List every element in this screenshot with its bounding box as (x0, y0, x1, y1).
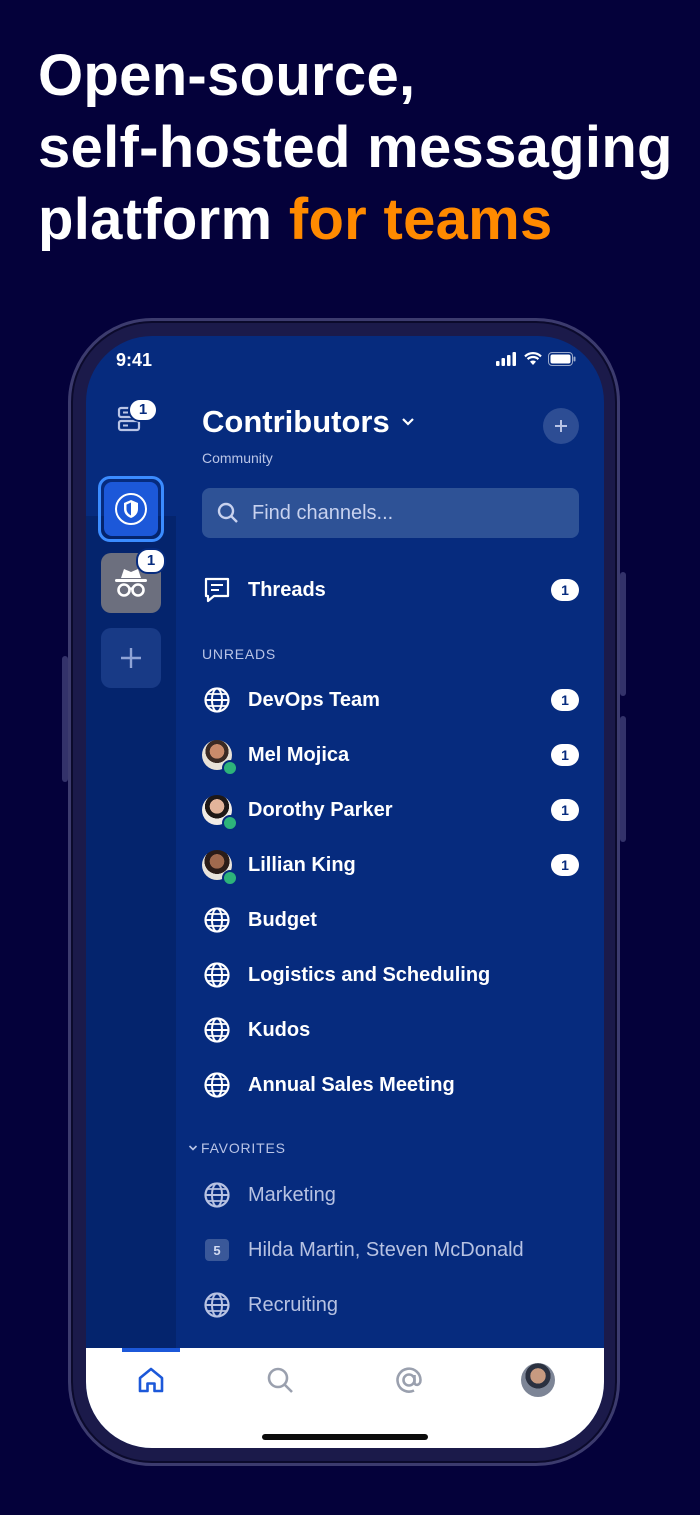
home-indicator (262, 1434, 428, 1440)
globe-icon (202, 1180, 232, 1210)
team-incognito-badge: 1 (136, 548, 166, 574)
team-name: Contributors (202, 404, 390, 439)
channel-label: Annual Sales Meeting (248, 1073, 455, 1096)
search-icon (217, 502, 238, 523)
add-channel-button[interactable] (543, 408, 579, 444)
group-count-icon: 5 (202, 1235, 232, 1265)
phone-side-button-top (620, 572, 626, 696)
dm-avatar-wrap (202, 795, 238, 831)
tab-home[interactable] (133, 1362, 169, 1398)
find-channels-placeholder: Find channels... (252, 501, 394, 524)
dm-item-lillian-king[interactable]: Lillian King 1 (202, 845, 579, 886)
dm-label: Dorothy Parker (248, 798, 393, 821)
team-name-dropdown[interactable]: Contributors (202, 404, 416, 440)
plus-icon (121, 648, 141, 668)
favorites-heading: FAVORITES (201, 1140, 286, 1156)
bottom-tab-bar (86, 1348, 604, 1448)
channel-item-budget[interactable]: Budget (202, 900, 579, 940)
unread-count: 1 (551, 854, 579, 876)
channel-label: Kudos (248, 1018, 311, 1041)
channel-item-annual-sales-meeting[interactable]: Annual Sales Meeting (202, 1065, 579, 1105)
online-status-icon (222, 815, 238, 831)
threads-count: 1 (551, 579, 579, 601)
dm-avatar-wrap (202, 740, 238, 776)
channel-label: Marketing (248, 1183, 336, 1206)
headline-line-2: self-hosted messaging (38, 115, 673, 180)
avatar (202, 795, 238, 831)
chevron-down-icon (401, 418, 414, 426)
avatar (202, 850, 238, 886)
group-message-item[interactable]: 5 Hilda Martin, Steven McDonald (202, 1230, 579, 1270)
unread-count: 1 (551, 744, 579, 766)
channel-label: Logistics and Scheduling (248, 963, 491, 986)
wifi-icon (524, 352, 542, 365)
profile-avatar (521, 1363, 555, 1397)
online-status-icon (222, 870, 238, 886)
channel-item-logistics[interactable]: Logistics and Scheduling (202, 955, 579, 995)
globe-icon (202, 905, 232, 935)
dm-item-dorothy-parker[interactable]: Dorothy Parker 1 (202, 790, 579, 831)
home-icon (138, 1367, 164, 1393)
signal-icon (496, 352, 516, 366)
headline: Open-source, self-hosted messaging platf… (38, 40, 688, 256)
channel-label: Recruiting (248, 1293, 339, 1316)
channel-item-kudos[interactable]: Kudos (202, 1010, 579, 1050)
globe-icon (202, 1015, 232, 1045)
chevron-down-icon (188, 1145, 198, 1151)
unreads-heading: UNREADS (202, 646, 277, 662)
headline-line-3-plain: platform (38, 187, 289, 252)
add-team-button[interactable] (101, 628, 161, 688)
server-badge: 1 (128, 398, 158, 422)
channel-label: Budget (248, 908, 317, 931)
dm-item-mel-mojica[interactable]: Mel Mojica 1 (202, 735, 579, 776)
favorites-heading-toggle[interactable]: FAVORITES (188, 1140, 286, 1156)
status-icons (496, 352, 576, 366)
avatar (202, 740, 238, 776)
headline-accent: for teams (288, 187, 553, 252)
globe-icon (202, 960, 232, 990)
status-time: 9:41 (116, 350, 153, 370)
unread-count: 1 (551, 799, 579, 821)
battery-icon (548, 352, 576, 366)
mention-icon (396, 1367, 422, 1393)
phone-screen: 9:41 1 1 Contributors Community Find cha… (86, 336, 604, 1448)
threads-item[interactable]: Threads 1 (202, 570, 579, 610)
group-member-count: 5 (205, 1239, 229, 1261)
online-status-icon (222, 760, 238, 776)
phone-volume-button (62, 656, 68, 782)
search-icon (267, 1367, 293, 1393)
tab-mentions[interactable] (391, 1362, 427, 1398)
threads-label: Threads (248, 578, 326, 601)
globe-icon (202, 1290, 232, 1320)
dm-label: Mel Mojica (248, 743, 350, 766)
active-tab-indicator (122, 1348, 180, 1352)
team-contributors-tile (104, 482, 158, 536)
channel-item-recruiting[interactable]: Recruiting (202, 1285, 579, 1325)
headline-line-1: Open-source, (38, 43, 416, 108)
team-contributors-button[interactable] (98, 476, 164, 542)
globe-icon (202, 1070, 232, 1100)
shield-icon (115, 493, 147, 525)
plus-icon (555, 420, 567, 432)
channel-item-marketing[interactable]: Marketing (202, 1175, 579, 1215)
threads-icon (202, 575, 232, 605)
dm-label: Lillian King (248, 853, 356, 876)
tab-search[interactable] (262, 1362, 298, 1398)
unread-count: 1 (551, 689, 579, 711)
channel-item-devops-team[interactable]: DevOps Team 1 (202, 680, 579, 720)
headline-line-3: platform for teams (38, 184, 688, 256)
globe-icon (202, 685, 232, 715)
phone-side-button-bottom (620, 716, 626, 842)
status-bar: 9:41 (86, 336, 604, 388)
group-label: Hilda Martin, Steven McDonald (248, 1238, 524, 1261)
channel-label: DevOps Team (248, 688, 380, 711)
find-channels-input[interactable]: Find channels... (202, 488, 579, 538)
tab-profile[interactable] (520, 1362, 556, 1398)
team-subtitle: Community (202, 450, 273, 466)
dm-avatar-wrap (202, 850, 238, 886)
